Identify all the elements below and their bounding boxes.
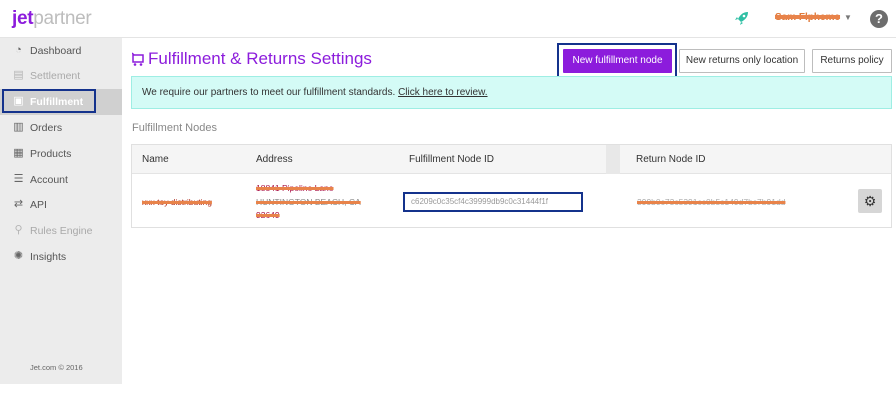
sidebar-item-orders[interactable]: ▥ Orders xyxy=(0,115,122,141)
column-header-return-node-id: Return Node ID xyxy=(636,154,706,165)
jetpartner-logo[interactable]: jetpartner xyxy=(12,8,92,30)
rules-icon: ⚲ xyxy=(14,224,23,236)
fulfillment-node-id-field[interactable]: c6209c0c35cf4c39999db9c0c31444f1f xyxy=(403,192,583,212)
sidebar-item-label: API xyxy=(30,199,47,211)
review-standards-link[interactable]: Click here to review. xyxy=(398,87,487,98)
column-header-address: Address xyxy=(256,154,293,165)
sliders-icon: ☰ xyxy=(13,173,24,185)
dashboard-icon: ◔ xyxy=(15,44,22,56)
sidebar-item-label: Dashboard xyxy=(30,45,82,57)
orders-icon: ▥ xyxy=(13,121,24,133)
column-header-node-id: Fulfillment Node ID xyxy=(409,154,495,165)
gear-icon[interactable]: ⚙ xyxy=(858,189,882,213)
sidebar-item-api[interactable]: ⇄ API xyxy=(0,192,122,218)
top-bar: jetpartner Sam Flpheme ▼ ? xyxy=(0,0,896,38)
sidebar-item-label: Account xyxy=(30,174,68,186)
products-icon: ▦ xyxy=(13,147,24,159)
new-returns-location-button[interactable]: New returns only location xyxy=(679,49,805,73)
help-button[interactable]: ? xyxy=(870,10,888,28)
page-title-text: Fulfillment & Returns Settings xyxy=(148,49,372,68)
sidebar-item-label: Settlement xyxy=(30,70,81,82)
sidebar-item-dashboard[interactable]: ◔ Dashboard xyxy=(0,38,122,64)
notice-text: We require our partners to meet our fulf… xyxy=(142,87,396,98)
table-header: Name Address Fulfillment Node ID Return … xyxy=(132,145,891,174)
settlement-icon: ▤ xyxy=(13,69,24,81)
user-menu-name[interactable]: Sam Flpheme xyxy=(775,12,840,23)
returns-policy-button[interactable]: Returns policy xyxy=(812,49,892,73)
api-icon: ⇄ xyxy=(13,198,24,210)
section-heading: Fulfillment Nodes xyxy=(132,122,217,134)
sidebar-item-account[interactable]: ☰ Account xyxy=(0,167,122,193)
chevron-down-icon[interactable]: ▼ xyxy=(844,13,852,22)
button-highlight xyxy=(557,43,677,79)
return-node-id-value: 399b0c73c5391cc0b5c149d7bc7b91dd xyxy=(637,197,786,207)
address-line-3: 92649 xyxy=(256,210,280,220)
copyright-text: Jet.com © 2016 xyxy=(30,363,83,372)
logo-jet-text: jet xyxy=(12,8,34,29)
sidebar-item-label: Rules Engine xyxy=(30,225,93,237)
page-title: Fulfillment & Returns Settings xyxy=(132,48,372,70)
notice-text-line: We require our partners to meet our fulf… xyxy=(142,87,488,98)
sidebar-item-settlement[interactable]: ▤ Settlement xyxy=(0,63,122,89)
sidebar-item-products[interactable]: ▦ Products xyxy=(0,141,122,167)
fulfillment-nodes-table: Name Address Fulfillment Node ID Return … xyxy=(131,144,892,228)
address-line-2: HUNTINGTON BEACH, CA xyxy=(256,197,361,207)
fulfillment-node-id-value: c6209c0c35cf4c39999db9c0c31444f1f xyxy=(411,197,548,206)
sidebar-item-insights[interactable]: ✺ Insights xyxy=(0,244,122,270)
rocket-icon[interactable] xyxy=(733,9,751,27)
fulfillment-standards-notice: We require our partners to meet our fulf… xyxy=(131,76,892,109)
sidebar-item-rules-engine[interactable]: ⚲ Rules Engine xyxy=(0,218,122,244)
sidebar: ◔ Dashboard ▤ Settlement ▣ Fulfillment ▥… xyxy=(0,38,122,384)
active-item-highlight xyxy=(2,89,96,113)
column-divider xyxy=(606,145,620,174)
sidebar-item-label: Products xyxy=(30,148,72,160)
column-header-name: Name xyxy=(142,154,169,165)
address-line-1: 18841 Pipeline Lane xyxy=(256,183,334,193)
node-name: xxx toy distributing xyxy=(142,197,212,207)
lightbulb-icon: ✺ xyxy=(13,250,24,262)
sidebar-item-label: Orders xyxy=(30,122,63,134)
logo-partner-text: partner xyxy=(33,8,92,29)
sidebar-item-label: Insights xyxy=(30,251,67,263)
